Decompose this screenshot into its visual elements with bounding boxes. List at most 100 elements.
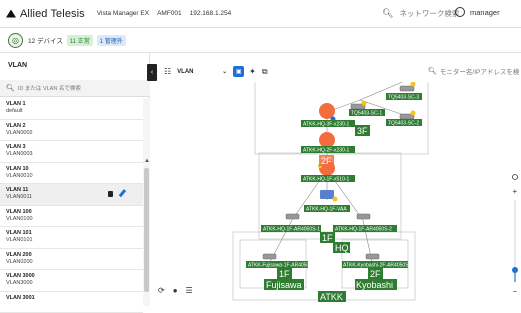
node-label: ATKK-HQ-2F-x230-1 bbox=[303, 148, 350, 154]
topology-map[interactable]: TQ5403-SC-3 TQ5403-SC-1 TQ5403-SC-2 ATKK… bbox=[150, 82, 521, 306]
router-icon[interactable] bbox=[263, 254, 276, 259]
brand-name: Allied Telesis bbox=[20, 8, 85, 20]
router-icon[interactable] bbox=[366, 254, 379, 259]
vlan-search-input[interactable]: 🔍︎ ID または VLAN 名で検索 bbox=[0, 80, 150, 97]
brand-logo-icon bbox=[6, 10, 16, 18]
copy-icon[interactable]: ⧉ bbox=[262, 67, 268, 77]
breadcrumb-ip[interactable]: 192.168.1.254 bbox=[190, 10, 232, 17]
network-search[interactable]: 🔍︎ ネットワーク検索 bbox=[382, 8, 459, 19]
switch-icon[interactable] bbox=[400, 111, 416, 120]
search-icon: 🔍︎ bbox=[6, 84, 15, 92]
lock-button[interactable]: ▣ bbox=[233, 66, 244, 77]
area-label-kyobashi-2f: 2F bbox=[370, 269, 381, 279]
area-label-3f: 3F bbox=[357, 126, 368, 136]
vlan-name: VLAN 101 bbox=[6, 230, 143, 237]
node-label: ATKK-HQ-1F-AR4050S-2 bbox=[335, 227, 392, 233]
core-switch-icon[interactable] bbox=[319, 132, 335, 148]
router-icon[interactable] bbox=[357, 214, 370, 219]
vlan-search-placeholder: ID または VLAN 名で検索 bbox=[18, 84, 81, 92]
chevron-down-icon: ⌄ bbox=[222, 68, 227, 75]
breadcrumb-amf[interactable]: AMF001 bbox=[157, 10, 182, 17]
area-label-hq: HQ bbox=[335, 243, 349, 253]
user-menu[interactable]: manager bbox=[455, 7, 500, 17]
node-label: ATKK-HQ-1F-VAA bbox=[306, 207, 347, 213]
device-network-icon[interactable]: ◎ bbox=[8, 33, 23, 48]
node-label: ATKK-Kyobashi-2F-AR4050S-1 bbox=[343, 263, 413, 269]
topology-links bbox=[270, 82, 407, 262]
node-label: ATKK-HQ-1F-x510-1 bbox=[303, 177, 350, 183]
recenter-icon[interactable] bbox=[513, 175, 518, 180]
node-label: ATKK-Fujisawa-1F-AR4050S-1 bbox=[248, 263, 317, 269]
router-icon[interactable] bbox=[286, 214, 299, 219]
user-name: manager bbox=[470, 8, 500, 17]
vlan-name: VLAN 3001 bbox=[6, 295, 143, 302]
switch-icon[interactable] bbox=[400, 82, 416, 91]
zoom-out-icon[interactable]: − bbox=[513, 287, 518, 296]
vlan-name: VLAN 200 bbox=[6, 252, 143, 259]
user-icon bbox=[455, 7, 465, 17]
device-count[interactable]: 12 デバイス bbox=[28, 35, 63, 45]
vlan-list-scrollbar[interactable]: ▲ bbox=[143, 98, 150, 306]
scrollbar-thumb[interactable] bbox=[144, 168, 149, 292]
list-item[interactable]: VLAN 3000VLAN3000 bbox=[0, 270, 143, 292]
vlan-desc: default bbox=[6, 108, 143, 115]
vlan-name: VLAN 100 bbox=[6, 209, 143, 216]
list-item[interactable]: VLAN 2VLAN0002 bbox=[0, 120, 143, 142]
refresh-icon[interactable]: ⟳ bbox=[158, 286, 165, 295]
vlan-name: VLAN 10 bbox=[6, 166, 143, 173]
node-label: TQ5403-SC-1 bbox=[351, 111, 382, 117]
list-item[interactable]: VLAN 100VLAN0100 bbox=[0, 206, 143, 228]
monitor-search-placeholder: モニター名/IPアドレスを検 bbox=[440, 66, 519, 76]
vlan-panel: VLAN 🔍︎ ID または VLAN 名で検索 VLAN 1default V… bbox=[0, 53, 150, 306]
vlan-name: VLAN 3000 bbox=[6, 273, 143, 280]
share-icon[interactable]: ✦ bbox=[249, 67, 256, 76]
search-icon: 🔍︎ bbox=[428, 67, 437, 75]
list-item[interactable]: VLAN 3001 bbox=[0, 292, 143, 313]
unmanaged-badge[interactable]: 1 管理外 bbox=[97, 35, 126, 46]
delete-icon[interactable] bbox=[108, 191, 113, 197]
area-label-2f: 2F bbox=[321, 156, 332, 166]
core-switch-icon[interactable] bbox=[319, 103, 336, 122]
area-label-1f: 1F bbox=[322, 233, 333, 243]
list-item[interactable]: VLAN 1default bbox=[0, 98, 143, 120]
list-item[interactable]: VLAN 101VLAN0101 bbox=[0, 227, 143, 249]
vlan-desc: VLAN0101 bbox=[6, 237, 143, 244]
normal-badge[interactable]: 11 正常 bbox=[67, 35, 93, 46]
zoom-in-icon[interactable]: + bbox=[513, 187, 518, 196]
breadcrumb-app[interactable]: Vista Manager EX bbox=[97, 10, 149, 17]
node-label: ATKK-HQ-1F-AR4050S-1 bbox=[263, 227, 320, 233]
vlan-select[interactable]: VLAN ⌄ bbox=[177, 68, 227, 75]
vlan-desc: VLAN3000 bbox=[6, 280, 143, 287]
vlan-desc: VLAN0003 bbox=[6, 151, 143, 158]
vlan-panel-title: VLAN bbox=[8, 62, 27, 69]
vlan-name: VLAN 1 bbox=[6, 101, 143, 108]
vlan-name: VLAN 3 bbox=[6, 144, 143, 151]
search-icon: 🔍︎ bbox=[382, 8, 393, 19]
area-label-fujisawa: Fujisawa bbox=[266, 280, 302, 290]
map-bottom-tools: ⟳ ● ☰ bbox=[158, 286, 201, 295]
node-label: TQ5403-SC-2 bbox=[388, 121, 419, 127]
brand-logo[interactable]: Allied Telesis bbox=[6, 8, 85, 20]
layout-icon[interactable]: ☷ bbox=[164, 67, 171, 76]
zoom-slider-handle[interactable] bbox=[512, 267, 518, 273]
settings-icon[interactable]: ● bbox=[173, 286, 178, 295]
layers-icon[interactable]: ☰ bbox=[186, 286, 193, 295]
vlan-desc: VLAN0200 bbox=[6, 259, 143, 266]
monitor-search[interactable]: 🔍︎ モニター名/IPアドレスを検 bbox=[428, 66, 519, 76]
vlan-desc: VLAN0011 bbox=[6, 194, 143, 201]
node-label: ATKK-HQ-3F-x230-1 bbox=[303, 122, 350, 128]
list-item[interactable]: VLAN 10VLAN0010 bbox=[0, 163, 143, 185]
network-search-placeholder: ネットワーク検索 bbox=[399, 8, 459, 19]
vlan-select-value: VLAN bbox=[177, 69, 193, 75]
zoom-control[interactable]: + − bbox=[511, 170, 521, 300]
list-item-selected[interactable]: VLAN 11VLAN0011 bbox=[0, 184, 143, 206]
vlan-list: VLAN 1default VLAN 2VLAN0002 VLAN 3VLAN0… bbox=[0, 98, 143, 313]
list-item[interactable]: VLAN 3VLAN0003 bbox=[0, 141, 143, 163]
vlan-name: VLAN 2 bbox=[6, 123, 143, 130]
list-item[interactable]: VLAN 200VLAN0200 bbox=[0, 249, 143, 271]
collapse-panel-button[interactable]: ‹ bbox=[147, 64, 157, 81]
switch-icon[interactable] bbox=[351, 101, 367, 110]
vaa-device-icon[interactable] bbox=[320, 190, 338, 202]
area-label-atkk: ATKK bbox=[320, 292, 343, 302]
map-toolbar: ☷ VLAN ⌄ ▣ ✦ ⧉ bbox=[164, 64, 274, 79]
